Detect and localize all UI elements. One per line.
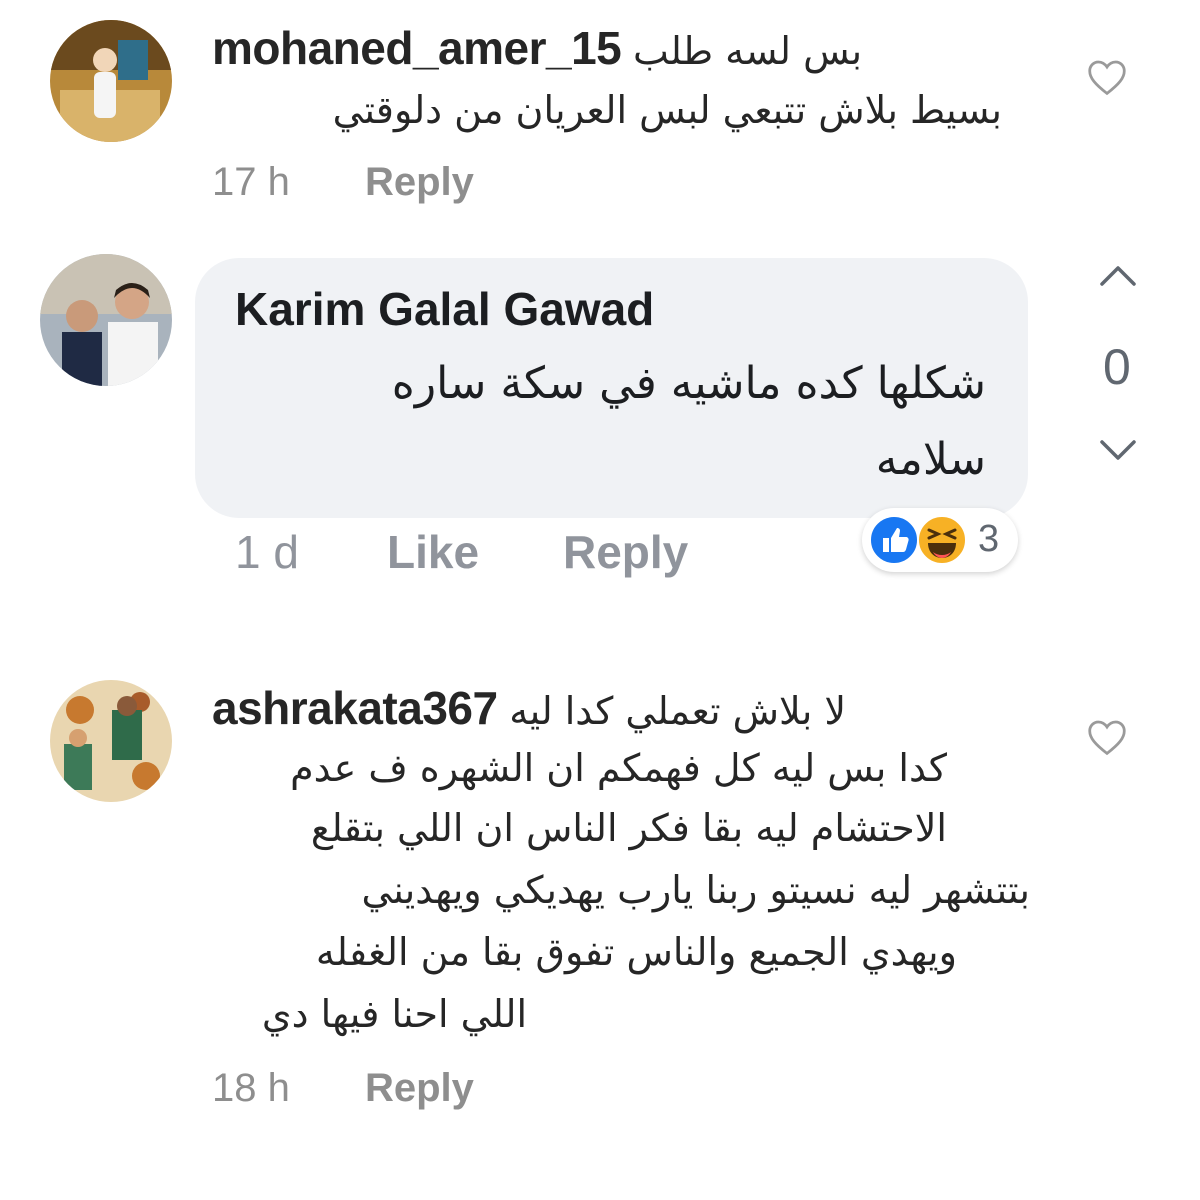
avatar[interactable] xyxy=(50,680,172,802)
reply-button[interactable]: Reply xyxy=(365,160,474,204)
comment-author[interactable]: Karim Galal Gawad xyxy=(235,282,654,336)
comment-text: بس لسه طلب xyxy=(632,29,863,73)
like-reaction-icon xyxy=(869,515,919,565)
comment-time: 1 d xyxy=(235,526,299,578)
comment-bubble: Karim Galal Gawad شكلها كده ماشيه في سكة… xyxy=(195,258,1028,518)
comment-text: شكلها كده ماشيه في سكة ساره سلامه xyxy=(286,346,986,498)
comment-text: لا بلاش تعملي كدا ليه xyxy=(509,689,847,733)
reply-button[interactable]: Reply xyxy=(563,525,688,579)
haha-reaction-icon xyxy=(917,515,967,565)
comment-text-line: بسيط بلاش تتبعي لبس العريان من دلوقتي xyxy=(332,88,1002,132)
comment-meta: 18 h Reply xyxy=(212,1066,474,1111)
upvote-button[interactable] xyxy=(1098,262,1138,295)
downvote-button[interactable] xyxy=(1098,436,1138,469)
comment-body: mohaned_amer_15 بس لسه طلب xyxy=(212,18,1012,81)
comment-username[interactable]: ashrakata367 xyxy=(212,682,498,734)
comment-text-line: ويهدي الجميع والناس تفوق بقا من الغفله xyxy=(315,930,957,974)
comment-username[interactable]: mohaned_amer_15 xyxy=(212,22,622,74)
reaction-summary[interactable]: 3 xyxy=(862,508,1018,572)
avatar[interactable] xyxy=(50,20,172,142)
comment-body: ashrakata367 لا بلاش تعملي كدا ليه xyxy=(212,678,1012,741)
comment-text-line: بتتشهر ليه نسيتو ربنا يارب يهديكي ويهدين… xyxy=(361,868,1030,912)
comment-time: 18 h xyxy=(212,1066,290,1110)
avatar[interactable] xyxy=(40,254,172,386)
comment-text-line: شكلها كده ماشيه في سكة ساره xyxy=(391,358,986,409)
reply-button[interactable]: Reply xyxy=(365,1066,474,1110)
comment-text-line: سلامه xyxy=(875,434,986,485)
comment-text-line: كدا بس ليه كل فهمكم ان الشهره ف عدم xyxy=(290,746,947,790)
comment-text-line: اللي احنا فيها دي xyxy=(261,992,527,1036)
vote-count: 0 xyxy=(1103,339,1131,395)
comment-text-line: الاحتشام ليه بقا فكر الناس ان اللي بتقلع xyxy=(310,806,947,850)
like-button[interactable]: Like xyxy=(387,525,479,579)
chevron-down-icon xyxy=(1100,440,1136,460)
comment-time: 17 h xyxy=(212,160,290,204)
reaction-count: 3 xyxy=(978,518,1000,560)
comment-meta: 17 h Reply xyxy=(212,160,474,205)
chevron-up-icon xyxy=(1100,266,1136,286)
heart-outline-icon[interactable] xyxy=(1086,718,1128,761)
heart-outline-icon[interactable] xyxy=(1086,58,1128,101)
